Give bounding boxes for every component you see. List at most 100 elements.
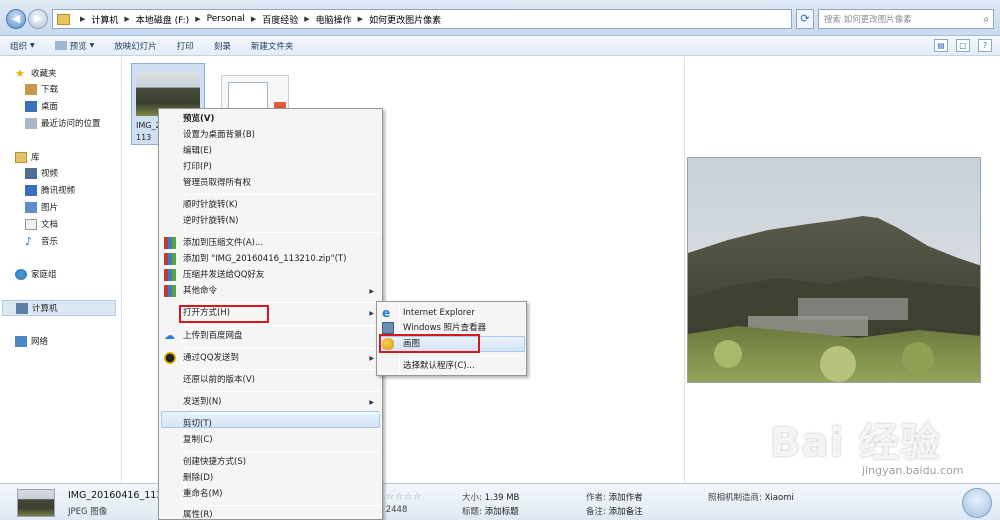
annotation-box	[379, 334, 480, 353]
preview-image	[687, 157, 981, 383]
winrar-icon	[164, 237, 176, 249]
chevron-right-icon[interactable]: ▶	[80, 15, 85, 23]
new-folder-button[interactable]: 新建文件夹	[241, 40, 304, 52]
chevron-right-icon[interactable]: ▶	[358, 15, 363, 23]
address-bar: ◀ ▶ ▶ 计算机 ▶ 本地磁盘 (F:) ▶ Personal ▶ 百度经验 …	[0, 0, 1000, 36]
sidebar-item-label: 最近访问的位置	[41, 119, 101, 129]
sidebar-item-pictures[interactable]: 图片	[25, 201, 58, 213]
sidebar-item-tencent-video[interactable]: 腾讯视频	[25, 184, 75, 196]
preview-pane-icon[interactable]: ▢	[956, 39, 970, 52]
details-author: 作者: 添加作者	[586, 491, 643, 503]
burn-button[interactable]: 刻录	[204, 40, 241, 52]
menu-separator	[187, 325, 380, 326]
address-field[interactable]: ▶ 计算机 ▶ 本地磁盘 (F:) ▶ Personal ▶ 百度经验 ▶ 电脑…	[52, 9, 792, 29]
sidebar-item-music[interactable]: ♪ 音乐	[25, 235, 58, 248]
back-button[interactable]: ◀	[6, 9, 26, 29]
menu-item-upload-baidu[interactable]: 上传到百度网盘	[183, 330, 243, 342]
menu-item-rotate-cw[interactable]: 顺时针旋转(K)	[183, 199, 238, 211]
search-input[interactable]: 搜索 如何更改图片像素 ⌕	[818, 9, 994, 29]
menu-item-send-to[interactable]: 发送到(N)	[183, 396, 222, 408]
author-label: 作者:	[586, 493, 606, 503]
view-options-icon[interactable]: ▤	[934, 39, 948, 52]
sidebar-item-videos[interactable]: 视频	[25, 167, 58, 179]
sidebar-item-label: 腾讯视频	[41, 186, 76, 196]
chevron-right-icon[interactable]: ▶	[195, 15, 200, 23]
crumb-drive[interactable]: 本地磁盘 (F:)	[136, 13, 189, 26]
menu-item-delete[interactable]: 删除(D)	[183, 472, 213, 484]
menu-item-properties[interactable]: 属性(R)	[183, 509, 213, 520]
winrar-icon	[164, 269, 176, 281]
chevron-down-icon: ▼	[30, 42, 35, 49]
search-icon[interactable]: ⌕	[983, 14, 989, 25]
open-with-photo-viewer[interactable]: Windows 照片查看器	[403, 322, 486, 334]
sidebar-item-homegroup[interactable]: 家庭组	[15, 268, 57, 280]
menu-item-print[interactable]: 打印(P)	[183, 161, 212, 173]
chevron-right-icon[interactable]: ▶	[304, 15, 309, 23]
remark-value[interactable]: 添加备注	[609, 507, 643, 517]
pictures-icon	[25, 201, 37, 213]
menu-item-rename[interactable]: 重命名(M)	[183, 488, 222, 500]
menu-item-add-archive[interactable]: 添加到压缩文件(A)...	[183, 237, 263, 249]
sidebar-item-label: 家庭组	[31, 270, 57, 280]
organize-button[interactable]: 组织 ▼	[0, 40, 45, 52]
menu-item-add-zip[interactable]: 添加到 "IMG_20160416_113210.zip"(T)	[183, 253, 346, 265]
menu-item-compress-qq[interactable]: 压缩并发送给QQ好友	[183, 269, 264, 281]
menu-item-cut[interactable]: 剪切(T)	[183, 418, 212, 430]
crumb-current[interactable]: 如何更改图片像素	[369, 13, 441, 26]
crumb-pc-ops[interactable]: 电脑操作	[316, 13, 352, 26]
author-value[interactable]: 添加作者	[609, 493, 643, 503]
help-icon[interactable]: ?	[978, 39, 992, 52]
sidebar-item-label: 网络	[31, 337, 49, 347]
details-filename: IMG_20160416_113	[68, 490, 163, 501]
breadcrumb: ▶ 计算机 ▶ 本地磁盘 (F:) ▶ Personal ▶ 百度经验 ▶ 电脑…	[74, 13, 441, 26]
camera-maker-value[interactable]: Xiaomi	[765, 493, 794, 503]
command-bar: 组织 ▼ 预览 ▼ 放映幻灯片 打印 刻录 新建文件夹 ▤ ▢ ?	[0, 36, 1000, 56]
crumb-computer[interactable]: 计算机	[91, 13, 118, 26]
sidebar-item-label: 下载	[41, 85, 59, 95]
homegroup-icon	[15, 268, 27, 280]
menu-item-create-shortcut[interactable]: 创建快捷方式(S)	[183, 456, 246, 468]
camera-maker-label: 照相机制造商:	[708, 493, 762, 503]
open-with-choose-default[interactable]: 选择默认程序(C)...	[403, 360, 475, 372]
chevron-right-icon[interactable]: ▶	[251, 15, 256, 23]
menu-separator	[187, 451, 380, 452]
menu-item-edit[interactable]: 编辑(E)	[183, 145, 212, 157]
star-icon: ★	[15, 66, 25, 80]
preview-button[interactable]: 预览 ▼	[45, 40, 105, 52]
sidebar-item-recent[interactable]: 最近访问的位置	[25, 117, 101, 129]
menu-item-restore-versions[interactable]: 还原以前的版本(V)	[183, 374, 255, 386]
sidebar-item-network[interactable]: 网络	[15, 335, 48, 347]
size-value: 1.39 MB	[484, 493, 520, 503]
forward-button[interactable]: ▶	[28, 9, 48, 29]
open-with-ie[interactable]: Internet Explorer	[403, 307, 475, 319]
sidebar-item-computer[interactable]: 计算机	[2, 300, 116, 316]
menu-separator	[187, 391, 380, 392]
sidebar-item-downloads[interactable]: 下载	[25, 83, 58, 95]
menu-item-copy[interactable]: 复制(C)	[183, 434, 213, 446]
qq-icon	[164, 352, 176, 364]
search-placeholder: 搜索 如何更改图片像素	[824, 15, 912, 25]
rating-stars[interactable]: ☆☆☆☆	[386, 492, 422, 502]
menu-item-more-commands[interactable]: 其他命令	[183, 285, 217, 297]
sidebar-item-library[interactable]: 库	[15, 151, 40, 163]
sidebar-item-documents[interactable]: 文档	[25, 218, 58, 230]
print-button[interactable]: 打印	[167, 40, 204, 52]
menu-item-rotate-ccw[interactable]: 逆时针旋转(N)	[183, 215, 239, 227]
assistant-icon[interactable]	[962, 488, 992, 518]
menu-item-set-wallpaper[interactable]: 设置为桌面背景(B)	[183, 129, 255, 141]
crumb-baidu[interactable]: 百度经验	[262, 13, 298, 26]
menu-item-preview[interactable]: 预览(V)	[183, 113, 214, 125]
menu-item-take-ownership[interactable]: 管理员取得所有权	[183, 177, 251, 189]
chevron-right-icon[interactable]: ▶	[124, 15, 129, 23]
menu-item-send-qq[interactable]: 通过QQ发送到	[183, 352, 239, 364]
details-remark: 备注: 添加备注	[586, 505, 643, 517]
open-with-submenu: e Internet Explorer Windows 照片查看器 画图 选择默…	[376, 301, 527, 376]
landscape-photo	[688, 158, 980, 382]
menu-separator	[187, 369, 380, 370]
crumb-personal[interactable]: Personal	[207, 14, 245, 24]
refresh-button[interactable]: ⟳	[796, 9, 814, 29]
slideshow-button[interactable]: 放映幻灯片	[104, 40, 167, 52]
title-value[interactable]: 添加标题	[485, 507, 519, 517]
sidebar-item-desktop[interactable]: 桌面	[25, 100, 58, 112]
sidebar-item-favorites[interactable]: ★ 收藏夹	[15, 66, 57, 80]
